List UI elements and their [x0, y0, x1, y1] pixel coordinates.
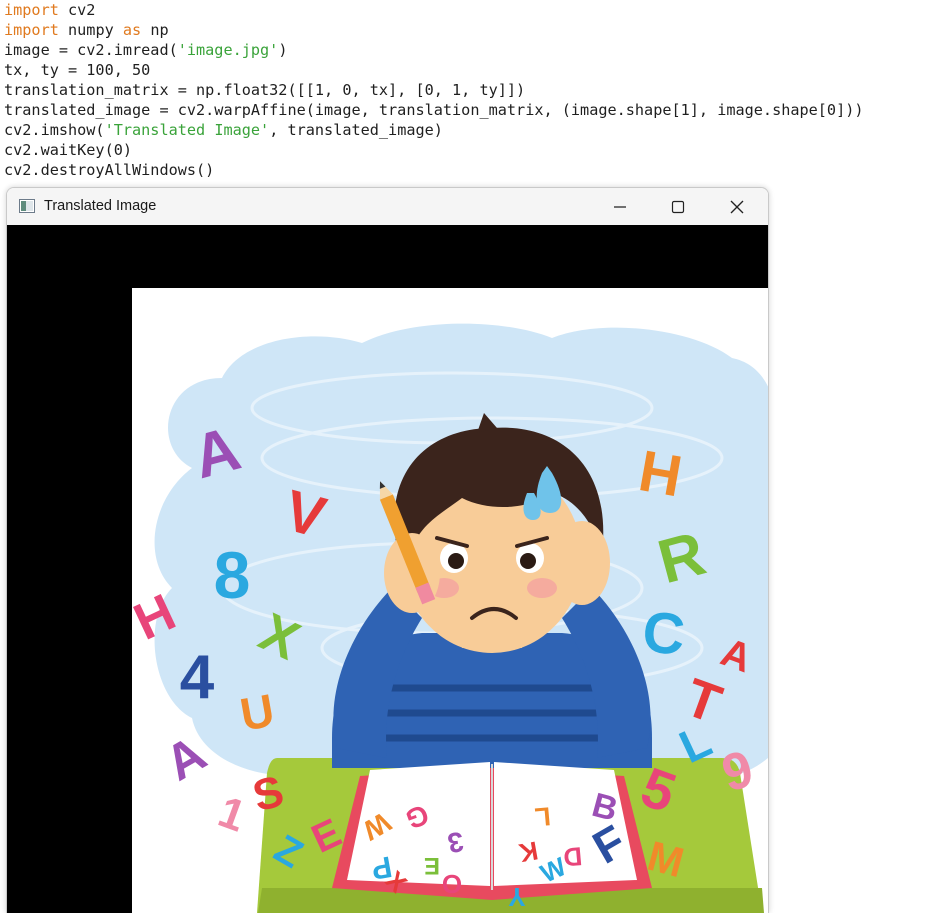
letter-glyph: 4: [180, 643, 215, 712]
letter-glyph: L: [533, 801, 552, 832]
code-line: cv2.imshow('Translated Image', translate…: [4, 120, 864, 140]
app-icon: [19, 199, 35, 213]
right-hand: [554, 521, 610, 605]
code-text: cv2.waitKey(0): [4, 141, 133, 159]
code-text: tx, ty = 100, 50: [4, 61, 151, 79]
code-string: 'Translated Image': [104, 121, 270, 139]
code-line: image = cv2.imread('image.jpg'): [4, 40, 864, 60]
code-text: cv2.destroyAllWindows(): [4, 161, 215, 179]
letter-glyph: Y: [508, 882, 525, 912]
code-line: import numpy as np: [4, 20, 864, 40]
code-keyword: import: [4, 21, 59, 39]
code-keyword: import: [4, 1, 59, 19]
letter-glyph: O: [442, 869, 462, 899]
code-line: cv2.waitKey(0): [4, 140, 864, 160]
window-title: Translated Image: [44, 198, 157, 214]
code-text: numpy: [58, 21, 123, 39]
cartoon-illustration: AV8H X4UAS1ZEHRCTL5F M9W GP E3X OLKBDWYA: [132, 323, 768, 913]
minimize-button[interactable]: [591, 188, 649, 225]
letter-glyph: C: [640, 599, 687, 667]
code-text: cv2: [58, 1, 96, 19]
code-text: translated_image = cv2.warpAffine(image,…: [4, 101, 864, 119]
code-line: translation_matrix = np.float32([[1, 0, …: [4, 80, 864, 100]
code-text: np: [141, 21, 169, 39]
maximize-icon: [671, 200, 685, 213]
code-text: translation_matrix = np.float32([[1, 0, …: [4, 81, 526, 99]
letter-glyph: E: [424, 852, 440, 879]
code-line: import cv2: [4, 0, 864, 20]
code-keyword: as: [122, 21, 142, 39]
minimize-icon: [614, 205, 626, 208]
code-line: translated_image = cv2.warpAffine(image,…: [4, 100, 864, 120]
code-text: , translated_image): [269, 121, 443, 139]
code-text: ): [278, 41, 288, 59]
window-title-bar[interactable]: Translated Image: [7, 188, 768, 225]
code-text: cv2.imshow(: [4, 121, 105, 139]
letter-glyph: 1: [212, 787, 252, 841]
code-line: cv2.destroyAllWindows(): [4, 160, 864, 180]
close-icon: [730, 200, 744, 213]
translated-image-window[interactable]: Translated Image A V 8 H X 4 U A S 1 Z E…: [6, 187, 769, 913]
translated-image: AV8HX4UAS1ZEHRCTL5FM9WGPE3XOLKBDWYA: [132, 288, 768, 913]
code-line: tx, ty = 100, 50: [4, 60, 864, 80]
code-text: image = cv2.imread(: [4, 41, 178, 59]
code-string: 'image.jpg': [177, 41, 279, 59]
image-display-area: AV8HX4UAS1ZEHRCTL5FM9WGPE3XOLKBDWYA: [7, 225, 768, 913]
maximize-button[interactable]: [649, 188, 707, 225]
letter-glyph: 8: [214, 538, 251, 612]
code-block: import cv2 import numpy as np image = cv2.…: [4, 0, 864, 180]
close-button[interactable]: [708, 188, 766, 225]
